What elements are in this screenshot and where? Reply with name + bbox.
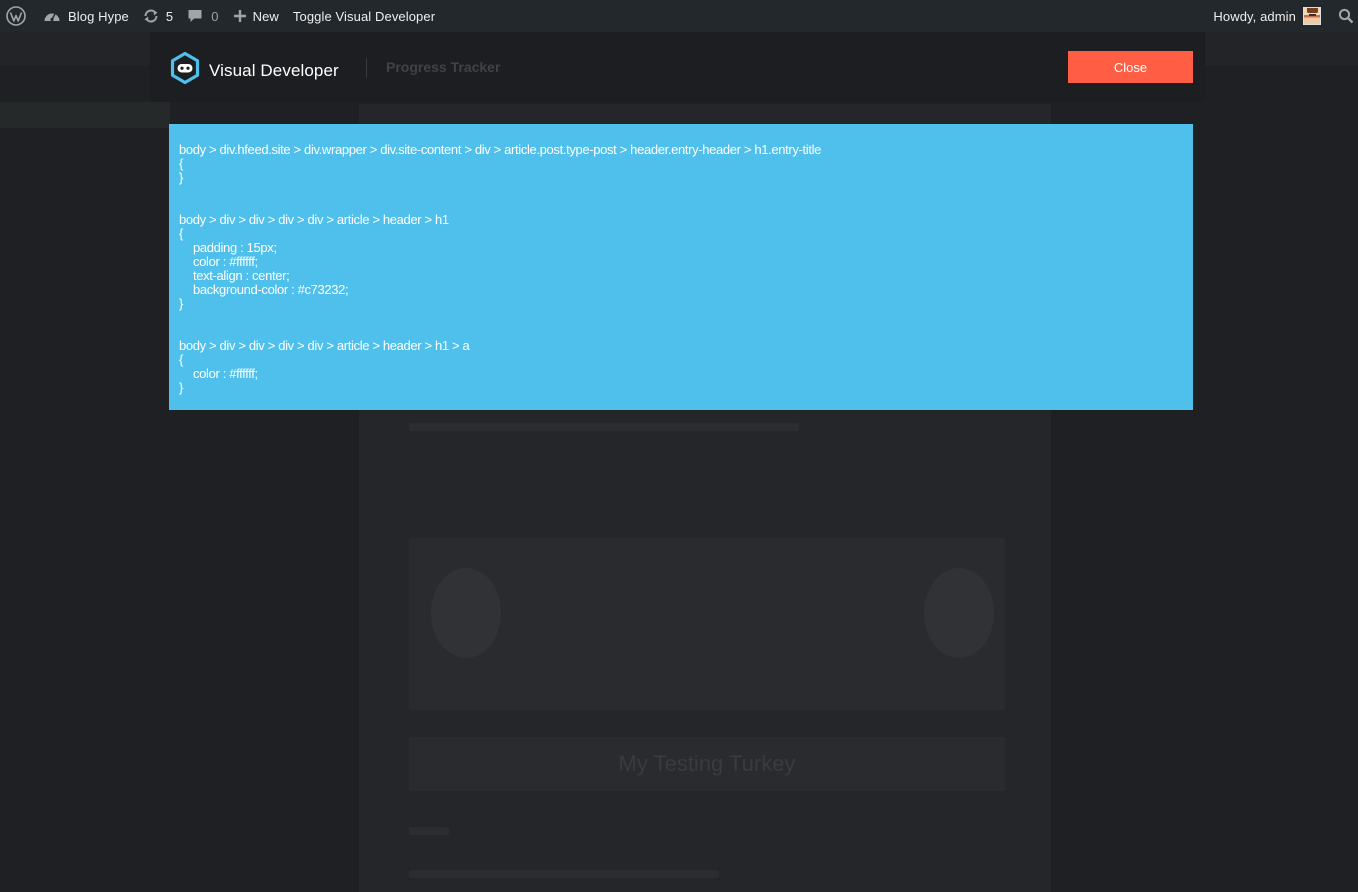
wordpress-logo-button[interactable] — [0, 0, 36, 32]
dashboard-icon — [43, 8, 61, 24]
css-declaration: color : #ffffff; — [193, 366, 258, 381]
my-account-link[interactable]: Howdy, admin — [1206, 0, 1328, 32]
bg-title-text: My Testing Turkey — [618, 751, 796, 776]
bg-title-box: My Testing Turkey — [409, 737, 1005, 791]
comment-icon — [187, 8, 203, 24]
search-icon — [1338, 8, 1354, 24]
plus-icon — [233, 9, 247, 23]
howdy-text: Howdy, admin — [1213, 8, 1296, 24]
bg-text-line — [409, 423, 799, 431]
bg-sidebar-item — [0, 102, 170, 128]
toggle-visual-developer-label: Toggle Visual Developer — [292, 8, 436, 24]
avatar — [1303, 7, 1321, 25]
css-rule: body > div > div > div > div > article >… — [179, 339, 1183, 395]
search-button[interactable] — [1328, 0, 1358, 32]
updates-link[interactable]: 5 — [136, 0, 180, 32]
bg-text-line — [409, 827, 449, 835]
comments-count: 0 — [211, 8, 219, 24]
vd-header-divider — [366, 58, 367, 78]
bg-text-line — [409, 870, 719, 878]
css-rule: body > div > div > div > div > article >… — [179, 213, 1183, 311]
new-label: New — [252, 8, 279, 24]
css-open-brace: { — [179, 352, 183, 367]
css-open-brace: { — [179, 226, 183, 241]
tab-progress-tracker[interactable]: Progress Tracker — [386, 59, 500, 75]
css-close-brace: } — [179, 170, 183, 185]
css-output-panel[interactable]: body > div.hfeed.site > div.wrapper > di… — [169, 124, 1193, 410]
visual-developer-header: Visual Developer Progress Tracker Close — [0, 32, 1358, 102]
css-close-brace: } — [179, 296, 183, 311]
refresh-icon — [143, 8, 159, 24]
css-close-brace: } — [179, 380, 183, 395]
vd-logo-text: Visual Developer — [209, 60, 339, 80]
css-declaration: background-color : #c73232; — [193, 282, 349, 297]
admin-bar: Blog Hype 5 0 New Toggle Visual Develope… — [0, 0, 1358, 32]
bg-banner-image — [409, 538, 1005, 710]
bg-figure — [924, 568, 994, 658]
site-name-link[interactable]: Blog Hype — [36, 0, 136, 32]
css-open-brace: { — [179, 156, 183, 171]
wordpress-icon — [6, 6, 26, 26]
css-declaration: text-align : center; — [193, 268, 290, 283]
toggle-visual-developer-link[interactable]: Toggle Visual Developer — [286, 0, 442, 32]
css-declaration: color : #ffffff; — [193, 254, 258, 269]
css-selector: body > div > div > div > div > article >… — [179, 338, 470, 353]
css-rule: body > div.hfeed.site > div.wrapper > di… — [179, 143, 1183, 185]
visual-developer-logo-icon — [168, 51, 202, 90]
close-button[interactable]: Close — [1068, 51, 1193, 83]
comments-link[interactable]: 0 — [180, 0, 225, 32]
css-declaration: padding : 15px; — [193, 240, 277, 255]
new-content-link[interactable]: New — [226, 0, 286, 32]
bg-figure — [431, 568, 501, 658]
css-selector: body > div > div > div > div > article >… — [179, 212, 449, 227]
site-name: Blog Hype — [68, 8, 129, 24]
css-selector: body > div.hfeed.site > div.wrapper > di… — [179, 142, 822, 157]
vd-logo: Visual Developer — [168, 51, 339, 90]
updates-count: 5 — [165, 8, 174, 24]
